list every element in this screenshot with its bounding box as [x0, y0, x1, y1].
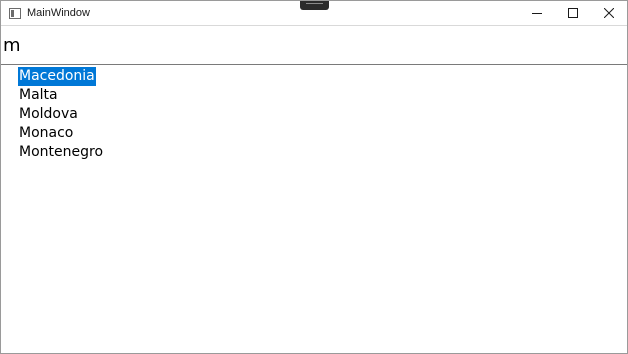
- list-item[interactable]: Moldova: [18, 105, 104, 124]
- list-item[interactable]: Malta: [18, 86, 104, 105]
- snap-layout-handle[interactable]: [300, 1, 329, 10]
- maximize-icon: [568, 8, 578, 18]
- close-icon: [604, 8, 614, 18]
- minimize-icon: [532, 13, 542, 14]
- window-controls: [519, 1, 627, 25]
- list-item-label: Moldova: [19, 106, 78, 122]
- results-list[interactable]: Macedonia Malta Moldova Monaco Montenegro: [18, 67, 104, 162]
- app-window-icon[interactable]: [9, 7, 21, 19]
- search-input[interactable]: [3, 32, 603, 58]
- list-item-label: Malta: [19, 87, 58, 103]
- window-title: MainWindow: [27, 7, 90, 19]
- title-bar[interactable]: MainWindow: [1, 1, 627, 25]
- minimize-button[interactable]: [519, 1, 555, 25]
- list-item[interactable]: Montenegro: [18, 143, 104, 162]
- list-item[interactable]: Macedonia: [18, 67, 104, 86]
- list-item-label: Macedonia: [18, 67, 96, 86]
- search-box: [1, 25, 627, 65]
- list-item-label: Monaco: [19, 125, 74, 141]
- maximize-button[interactable]: [555, 1, 591, 25]
- close-button[interactable]: [591, 1, 627, 25]
- list-item[interactable]: Monaco: [18, 124, 104, 143]
- list-item-label: Montenegro: [19, 144, 104, 160]
- main-window: MainWindow MacedoniaMaltaMo: [0, 0, 628, 354]
